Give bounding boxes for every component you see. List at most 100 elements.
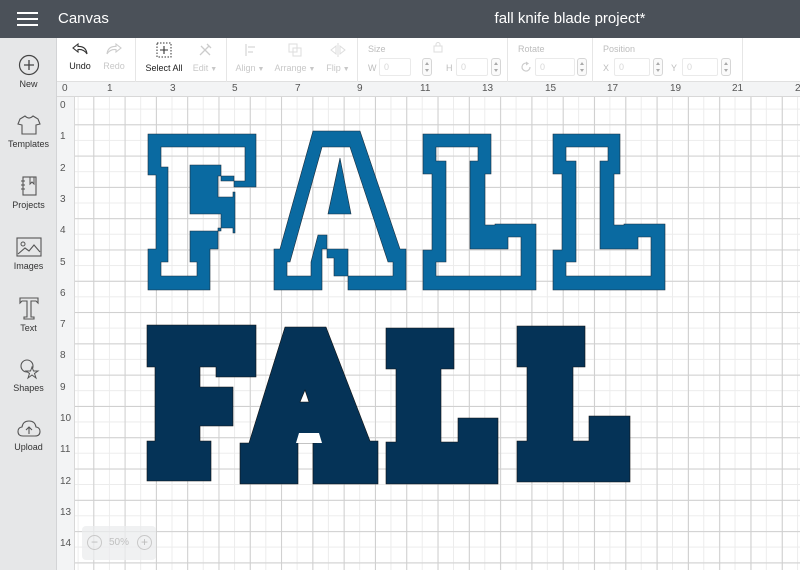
image-icon (15, 237, 42, 257)
solid-letter-a[interactable] (239, 326, 379, 485)
sidebar: New Templates Projects Images Text Shape… (0, 38, 57, 570)
x-input[interactable]: 0 (614, 58, 650, 76)
size-label: Size (368, 44, 386, 54)
zoom-out-button[interactable]: − (87, 535, 102, 550)
sidebar-item-shapes[interactable]: Shapes (0, 358, 57, 393)
ruler-left-label: 8 (60, 350, 66, 362)
sidebar-item-label: Projects (12, 200, 45, 210)
outline-fall-text[interactable] (147, 130, 666, 291)
ruler-horizontal: 0 1 3 5 7 9 11 13 15 17 19 21 2 (57, 82, 800, 97)
ruler-left-label: 12 (60, 475, 72, 487)
ruler-top-label: 19 (670, 83, 682, 94)
tshirt-icon (16, 115, 41, 135)
design-canvas[interactable] (75, 97, 800, 570)
height-input[interactable]: 0 (456, 58, 488, 76)
notebook-icon (20, 176, 37, 196)
outline-letter-a[interactable] (273, 130, 407, 291)
width-stepper[interactable] (422, 58, 432, 76)
redo-icon (106, 42, 122, 55)
select-all-icon (156, 42, 172, 58)
sidebar-item-images[interactable]: Images (0, 236, 57, 271)
edit-tools-icon (199, 43, 212, 56)
sidebar-item-label: Text (20, 323, 37, 333)
ruler-left-label: 11 (60, 444, 71, 456)
shapes-icon (19, 359, 40, 380)
height-stepper[interactable] (491, 58, 501, 76)
ruler-left-label: 5 (60, 256, 66, 268)
sidebar-item-label: New (19, 79, 38, 89)
ruler-left-label: 7 (60, 319, 66, 331)
ruler-top-label: 13 (482, 83, 494, 94)
ruler-top-label: 9 (357, 83, 363, 94)
ruler-top-label: 2 (795, 83, 800, 94)
ruler-top-label: 0 (62, 83, 68, 94)
x-label: X (603, 63, 610, 73)
height-label: H (446, 63, 453, 73)
solid-letter-f[interactable] (146, 324, 257, 482)
solid-letter-a-notch (296, 433, 322, 443)
ruler-vertical: 0 1 2 3 4 5 6 7 8 9 10 11 12 13 14 (57, 97, 75, 570)
toolbar: Undo Redo Select All Edit ▼ Align ▼ Arra… (57, 38, 800, 82)
rotate-stepper[interactable] (577, 58, 587, 76)
ruler-top-label: 21 (732, 83, 744, 94)
sidebar-item-text[interactable]: Text (0, 296, 57, 333)
y-input[interactable]: 0 (682, 58, 718, 76)
sidebar-item-projects[interactable]: Projects (0, 175, 57, 210)
ruler-top-label: 5 (232, 83, 238, 94)
ruler-top-label: 15 (545, 83, 557, 94)
solid-fall-text[interactable] (146, 324, 631, 485)
ruler-left-label: 10 (60, 413, 72, 424)
lock-icon[interactable] (432, 41, 444, 53)
solid-letter-l-2[interactable] (516, 325, 631, 483)
ruler-left-label: 2 (60, 162, 66, 174)
undo-button[interactable]: Undo (67, 42, 93, 71)
rotate-label: Rotate (518, 44, 545, 54)
ruler-left-label: 9 (60, 381, 66, 393)
align-icon (245, 44, 255, 56)
plus-circle-icon (18, 54, 39, 76)
ruler-top-label: 3 (170, 83, 176, 94)
cloud-upload-icon (16, 420, 41, 437)
outline-letter-l-2[interactable] (552, 133, 666, 291)
y-stepper[interactable] (721, 58, 731, 76)
x-stepper[interactable] (653, 58, 663, 76)
rotate-input[interactable]: 0 (535, 58, 575, 76)
select-group: Select All Edit ▼ (136, 38, 227, 82)
top-bar: Canvas fall knife blade project* (0, 0, 800, 38)
position-label: Position (603, 44, 636, 54)
ruler-top-label: 7 (295, 83, 301, 94)
ruler-left-label: 6 (60, 287, 66, 299)
document-title: fall knife blade project* (494, 10, 646, 27)
sidebar-item-templates[interactable]: Templates (0, 114, 57, 149)
sidebar-item-label: Upload (14, 442, 43, 452)
ruler-top-label: 11 (420, 83, 431, 94)
redo-button[interactable]: Redo (101, 42, 127, 71)
width-label: W (368, 63, 377, 73)
outline-letter-f[interactable] (147, 133, 257, 291)
ruler-left-label: 0 (60, 100, 66, 111)
arrange-dropdown[interactable]: Arrange ▼ (273, 42, 317, 73)
sidebar-item-label: Shapes (13, 383, 44, 393)
outline-letter-l-1[interactable] (422, 133, 537, 291)
arrange-group: Align ▼ Arrange ▼ Flip ▼ (227, 38, 358, 82)
sidebar-item-label: Templates (7, 139, 50, 149)
ruler-left-label: 14 (60, 538, 72, 550)
y-label: Y (671, 63, 678, 73)
flip-dropdown[interactable]: Flip ▼ (323, 42, 353, 73)
arrange-icon (288, 43, 302, 57)
solid-letter-l-1[interactable] (385, 327, 499, 485)
sidebar-item-new[interactable]: New (0, 54, 57, 89)
select-all-button[interactable]: Select All (144, 42, 184, 73)
canvas-artwork (146, 130, 666, 485)
zoom-level: 50% (109, 537, 130, 548)
width-input[interactable]: 0 (379, 58, 411, 76)
sidebar-item-label: Images (13, 261, 44, 271)
edit-dropdown[interactable]: Edit ▼ (189, 42, 221, 73)
sidebar-item-upload[interactable]: Upload (0, 419, 57, 452)
ruler-left-label: 4 (60, 225, 66, 237)
ruler-left-label: 3 (60, 193, 66, 205)
ruler-left-label: 1 (60, 131, 66, 143)
align-dropdown[interactable]: Align ▼ (233, 42, 267, 73)
zoom-control: − 50% + (82, 526, 156, 560)
zoom-in-button[interactable]: + (137, 535, 152, 550)
